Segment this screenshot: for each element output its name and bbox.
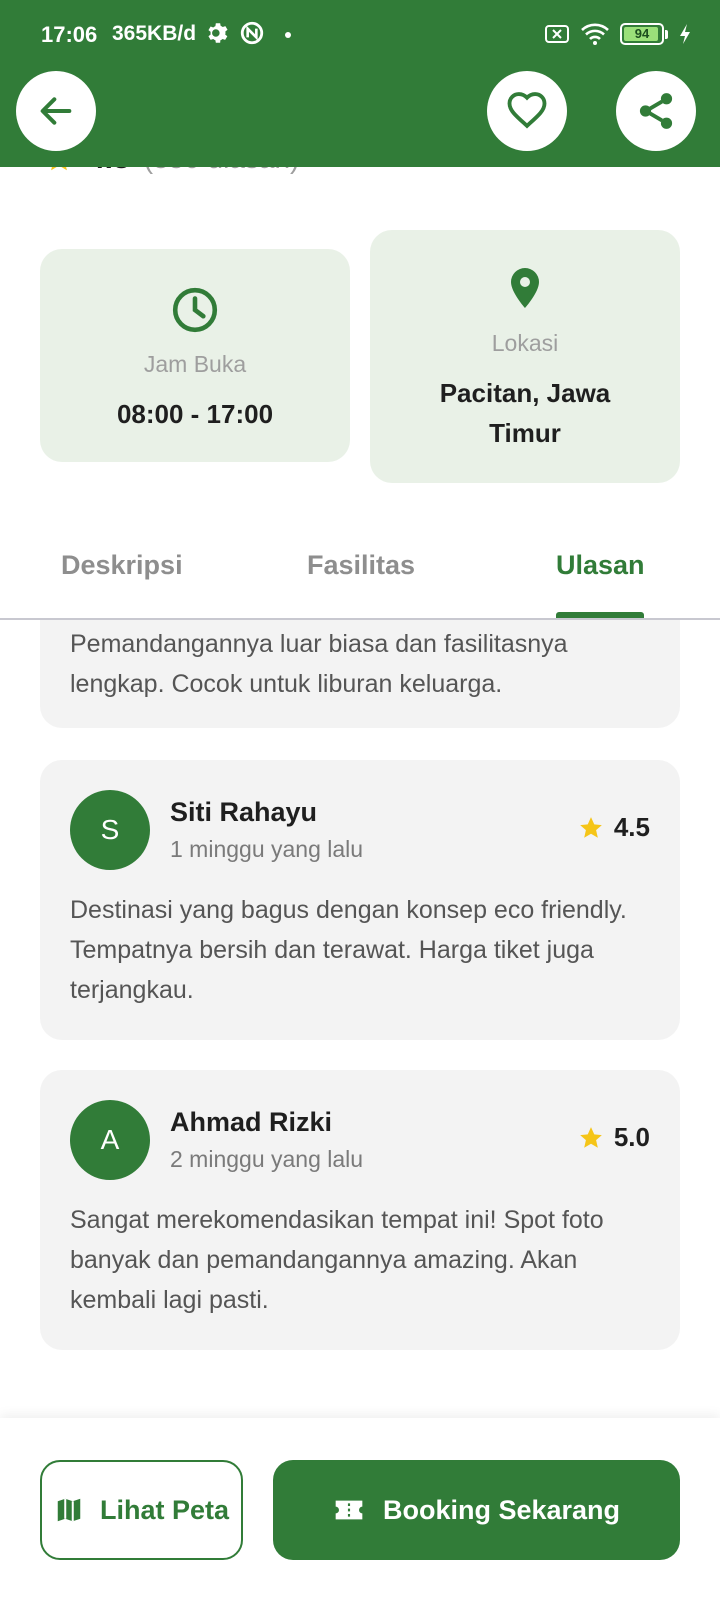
review-card: A Ahmad Rizki 2 minggu yang lalu 5.0 San… bbox=[40, 1070, 680, 1350]
detail-tabs: Deskripsi Fasilitas Ulasan bbox=[0, 530, 720, 620]
avatar: S bbox=[70, 790, 150, 870]
back-arrow-icon bbox=[40, 97, 72, 125]
review-text: Pemandangannya luar biasa dan fasilitasn… bbox=[70, 630, 568, 698]
map-icon bbox=[57, 1498, 81, 1522]
favorite-button[interactable] bbox=[487, 71, 567, 151]
opening-hours-card: Jam Buka 08:00 - 17:00 bbox=[40, 249, 350, 462]
sim-off-icon bbox=[545, 25, 569, 43]
opening-hours-label: Jam Buka bbox=[143, 351, 247, 377]
clock-icon bbox=[172, 287, 218, 333]
view-map-label: Lihat Peta bbox=[99, 1494, 230, 1525]
opening-hours-value: 08:00 - 17:00 bbox=[116, 399, 274, 429]
location-label: Lokasi bbox=[491, 330, 559, 356]
tab-fasilitas[interactable]: Fasilitas bbox=[307, 550, 415, 581]
battery-indicator: 94 bbox=[620, 23, 664, 45]
reviewer-name: Ahmad Rizki bbox=[170, 1107, 333, 1137]
avatar: A bbox=[70, 1100, 150, 1180]
review-rating-value: 4.5 bbox=[613, 812, 650, 842]
status-bar: 17:06 365KB/d 94 bbox=[0, 0, 720, 70]
share-button[interactable] bbox=[616, 71, 696, 151]
star-icon bbox=[580, 1126, 602, 1148]
location-pin-icon bbox=[511, 268, 539, 308]
reviewer-name: Siti Rahayu bbox=[170, 797, 318, 827]
data-saver-icon bbox=[240, 21, 264, 45]
share-icon bbox=[639, 93, 673, 129]
status-indicators: 94 bbox=[544, 22, 692, 46]
review-text: Sangat merekomendasikan tempat ini! Spot… bbox=[70, 1206, 604, 1314]
review-time: 2 minggu yang lalu bbox=[170, 1146, 364, 1172]
review-time: 1 minggu yang lalu bbox=[170, 836, 364, 862]
ticket-icon bbox=[335, 1500, 363, 1520]
location-card: Lokasi Pacitan, Jawa Timur bbox=[370, 230, 680, 483]
charging-icon bbox=[680, 24, 690, 44]
active-tab-indicator bbox=[556, 612, 644, 618]
review-card: S Siti Rahayu 1 minggu yang lalu 4.5 Des… bbox=[40, 760, 680, 1040]
review-rating-value: 5.0 bbox=[613, 1122, 650, 1152]
notification-dot bbox=[285, 32, 291, 38]
review-rating: 5.0 bbox=[578, 1122, 650, 1153]
bottom-action-bar: Lihat Peta Booking Sekarang bbox=[0, 1418, 720, 1600]
status-time: 17:06 bbox=[41, 22, 98, 47]
battery-level: 94 bbox=[634, 26, 650, 41]
tab-ulasan[interactable]: Ulasan bbox=[556, 550, 645, 581]
reviews-list[interactable]: Pemandangannya luar biasa dan fasilitasn… bbox=[0, 620, 720, 1418]
app-header: 17:06 365KB/d 94 bbox=[0, 0, 720, 167]
wifi-icon bbox=[581, 23, 609, 45]
tab-deskripsi[interactable]: Deskripsi bbox=[61, 550, 183, 581]
review-text: Destinasi yang bagus dengan konsep eco f… bbox=[70, 896, 627, 1004]
settings-icon bbox=[208, 23, 228, 43]
book-now-button[interactable]: Booking Sekarang bbox=[273, 1460, 680, 1560]
battery-cap bbox=[665, 29, 668, 39]
view-map-button[interactable]: Lihat Peta bbox=[40, 1460, 243, 1560]
heart-icon bbox=[507, 92, 547, 129]
book-now-label: Booking Sekarang bbox=[382, 1494, 621, 1525]
star-icon bbox=[580, 816, 602, 838]
back-button[interactable] bbox=[16, 71, 96, 151]
review-card: Pemandangannya luar biasa dan fasilitasn… bbox=[40, 620, 680, 728]
network-speed: 365KB/d bbox=[112, 22, 197, 45]
review-rating: 4.5 bbox=[578, 812, 650, 843]
location-value: Pacitan, Jawa Timur bbox=[439, 378, 611, 448]
